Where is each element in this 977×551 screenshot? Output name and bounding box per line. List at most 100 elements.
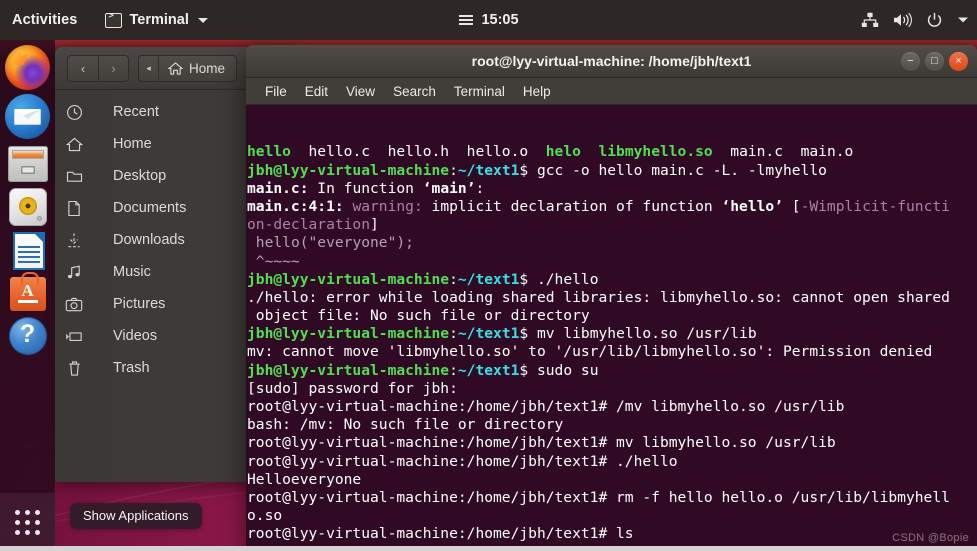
terminal-text: warning: [352, 197, 423, 215]
terminal-text: ‘main’ [422, 179, 476, 197]
sidebar-item-desktop[interactable] [55, 160, 113, 192]
terminal-text: : [475, 179, 485, 197]
app-menu-button[interactable]: Terminal [97, 11, 215, 28]
folder-icon [60, 169, 88, 183]
dock [0, 40, 55, 551]
dock-item-software[interactable] [9, 272, 46, 311]
menu-terminal[interactable]: Terminal [445, 78, 514, 105]
dock-item-libreoffice[interactable] [13, 232, 45, 270]
sidebar-item-pictures[interactable] [55, 288, 113, 320]
terminal-line: root@lyy-virtual-machine:/home/jbh/text1… [246, 489, 977, 507]
dock-item-thunderbird[interactable] [5, 94, 50, 139]
menu-edit[interactable]: Edit [296, 78, 337, 105]
hamburger-icon [458, 14, 473, 26]
terminal-line: jbh@lyy-virtual-machine:~/text1$ mv libm… [246, 325, 977, 343]
show-applications-tooltip: Show Applications [70, 503, 202, 529]
watermark: CSDN @Bopie [892, 531, 969, 544]
terminal-title: root@lyy-virtual-machine: /home/jbh/text… [471, 53, 752, 69]
sidebar-item-recent[interactable] [55, 96, 113, 128]
terminal-text: : [449, 325, 458, 343]
terminal-text: ] [370, 216, 379, 234]
terminal-line: mv: cannot move 'libmyhello.so' to '/usr… [246, 343, 977, 361]
terminal-text: root@lyy-virtual-machine:/home/jbh/text1… [247, 488, 950, 506]
terminal-text: main.c:4:1: [247, 197, 344, 215]
terminal-text: jbh@lyy-virtual-machine [247, 270, 450, 288]
sidebar-item-downloads[interactable] [55, 224, 113, 256]
volume-icon[interactable] [893, 12, 912, 28]
terminal-icon [105, 11, 123, 28]
terminal-line: root@lyy-virtual-machine:/home/jbh/text1… [246, 525, 977, 543]
files-sidebar-icons [55, 90, 113, 482]
terminal-line: root@lyy-virtual-machine:/home/jbh/text1… [246, 453, 977, 471]
forward-button[interactable]: › [98, 54, 129, 82]
breadcrumb-label: Home [189, 60, 226, 76]
terminal-text: $ sudo su [519, 361, 599, 379]
terminal-text: Helloeveryone [247, 470, 362, 488]
terminal-line: o.so [246, 507, 977, 525]
power-icon[interactable] [926, 12, 943, 29]
terminal-output[interactable]: hello hello.c hello.h hello.o helo libmy… [246, 105, 977, 551]
menu-help[interactable]: Help [514, 78, 560, 105]
download-icon [60, 232, 88, 249]
breadcrumb: ◂ Home [138, 54, 238, 82]
terminal-text: on-declaration [247, 216, 371, 234]
breadcrumb-item-home[interactable]: Home [159, 61, 236, 76]
terminal-text: helo [545, 143, 581, 161]
sidebar-item-home[interactable] [55, 128, 113, 160]
terminal-line: hello("everyone"); [246, 234, 977, 252]
dock-item-rhythmbox[interactable] [8, 188, 47, 226]
sidebar-item-trash[interactable] [55, 352, 113, 384]
terminal-line: [sudo] password for jbh: [246, 380, 977, 398]
terminal-line: Helloeveryone [246, 471, 977, 489]
path-prev-icon[interactable]: ◂ [139, 55, 159, 81]
sidebar-item-videos[interactable] [55, 320, 113, 352]
terminal-lines: hello hello.c hello.h hello.o helo libmy… [246, 143, 977, 551]
files-nav-buttons: ‹ › [67, 54, 129, 82]
terminal-text: $ mv libmyhello.so /usr/lib [519, 325, 757, 343]
clock-label: 15:05 [481, 12, 519, 28]
menu-file[interactable]: File [256, 78, 296, 105]
terminal-line: object file: No such file or directory [246, 307, 977, 325]
terminal-text: ~/text1 [457, 161, 520, 179]
terminal-line: ^~~~~ [246, 253, 977, 271]
terminal-text: ~/text1 [457, 361, 520, 379]
top-bar: Activities Terminal 15:05 [0, 0, 977, 40]
terminal-text: root@lyy-virtual-machine:/home/jbh/text1… [247, 398, 845, 416]
terminal-text: ~/text1 [457, 325, 520, 343]
terminal-text: ~/text1 [457, 270, 520, 288]
terminal-text: implicit declaration of function [422, 197, 722, 215]
terminal-text: jbh@lyy-virtual-machine [247, 161, 450, 179]
dock-item-firefox[interactable] [5, 45, 50, 90]
menu-view[interactable]: View [337, 78, 384, 105]
dock-item-files[interactable] [7, 146, 48, 182]
terminal-text: o.so [247, 507, 283, 525]
terminal-text: ./hello: error while loading shared libr… [247, 288, 950, 306]
terminal-line: jbh@lyy-virtual-machine:~/text1$ sudo su [246, 362, 977, 380]
close-button[interactable]: × [949, 51, 968, 71]
menu-search[interactable]: Search [384, 78, 445, 105]
minimize-button[interactable]: − [901, 51, 920, 71]
clock-menu[interactable]: 15:05 [458, 12, 519, 28]
terminal-window[interactable]: root@lyy-virtual-machine: /home/jbh/text… [246, 45, 977, 551]
network-icon[interactable] [861, 12, 879, 28]
document-icon [60, 200, 88, 217]
show-applications-button[interactable] [0, 493, 55, 551]
terminal-text: ("everyone"); [299, 234, 414, 252]
terminal-text: $ gcc -o hello main.c -L. -lmyhello [519, 161, 827, 179]
trash-icon [60, 360, 88, 377]
maximize-button[interactable]: □ [925, 51, 944, 71]
activities-button[interactable]: Activities [2, 12, 87, 28]
terminal-text: libmyhello.so [598, 143, 713, 161]
dock-item-help[interactable] [8, 317, 47, 355]
terminal-line: on-declaration] [246, 216, 977, 234]
terminal-text: jbh@lyy-virtual-machine [247, 325, 450, 343]
back-button[interactable]: ‹ [67, 54, 98, 82]
chevron-down-icon[interactable] [957, 16, 969, 24]
terminal-text: : [449, 361, 458, 379]
sidebar-item-documents[interactable] [55, 192, 113, 224]
sidebar-item-music[interactable] [55, 256, 113, 288]
terminal-title-bar[interactable]: root@lyy-virtual-machine: /home/jbh/text… [246, 45, 977, 78]
terminal-line: hello hello.c hello.h hello.o helo libmy… [246, 143, 977, 161]
terminal-text: hello.c hello.h hello.o [308, 143, 546, 161]
